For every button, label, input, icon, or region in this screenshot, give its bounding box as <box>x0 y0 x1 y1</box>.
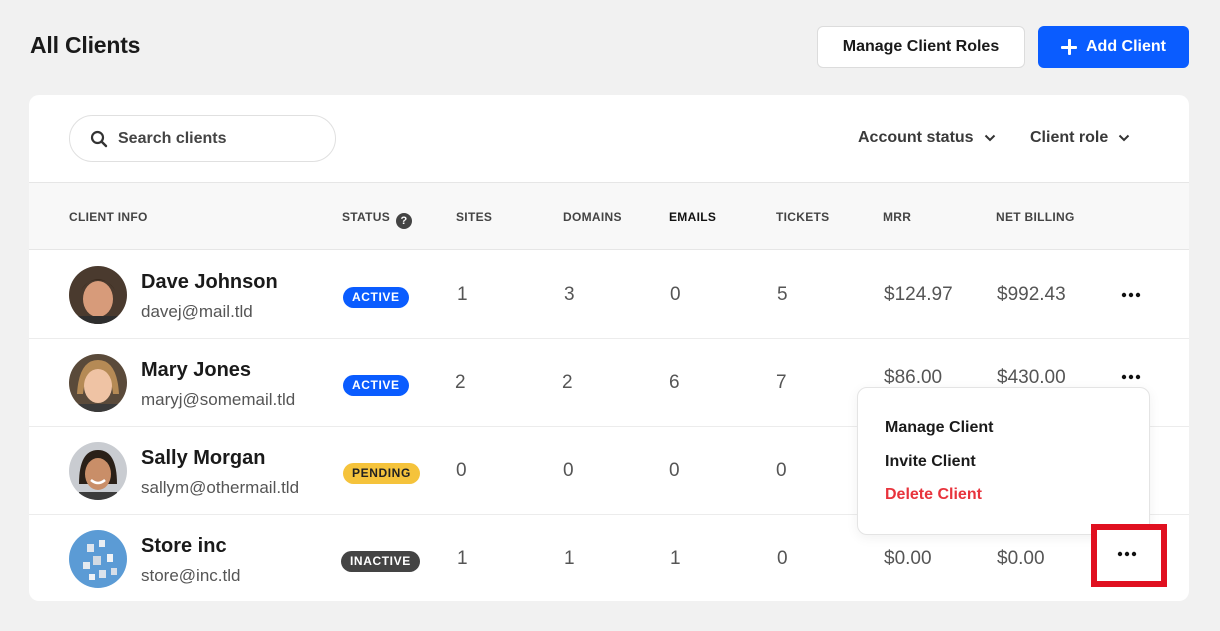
column-header-mrr[interactable]: MRR <box>883 210 911 224</box>
client-name[interactable]: Dave Johnson <box>141 271 278 294</box>
domains-count: 1 <box>564 548 575 569</box>
domains-count: 3 <box>564 284 575 305</box>
column-header-client-info[interactable]: CLIENT INFO <box>69 210 148 224</box>
tickets-count: 5 <box>777 284 788 305</box>
column-header-net-billing[interactable]: NET BILLING <box>996 210 1075 224</box>
client-role-label: Client role <box>1030 129 1109 146</box>
column-header-status-label: STATUS <box>342 210 391 224</box>
sites-count: 1 <box>457 548 468 569</box>
client-name[interactable]: Mary Jones <box>141 359 251 382</box>
domains-count: 0 <box>563 460 574 481</box>
status-badge: ACTIVE <box>343 287 409 308</box>
client-email: davej@mail.tld <box>141 302 253 321</box>
page-title: All Clients <box>30 32 141 58</box>
net-billing-value: $992.43 <box>997 284 1066 305</box>
avatar <box>69 530 127 588</box>
client-email: store@inc.tld <box>141 566 241 585</box>
account-status-label: Account status <box>858 129 974 146</box>
emails-count: 1 <box>670 548 681 569</box>
net-billing-value: $430.00 <box>997 367 1066 388</box>
manage-client-menu-item[interactable]: Manage Client <box>885 419 993 437</box>
client-email: sallym@othermail.tld <box>141 478 300 497</box>
plus-icon <box>1061 39 1077 55</box>
client-email: maryj@somemail.tld <box>141 390 296 409</box>
chevron-down-icon <box>1119 134 1130 142</box>
row-actions-button[interactable] <box>1111 365 1151 389</box>
emails-count: 0 <box>670 284 681 305</box>
net-billing-value: $0.00 <box>997 548 1045 569</box>
mrr-value: $0.00 <box>884 548 932 569</box>
column-header-emails[interactable]: EMAILS <box>669 210 716 224</box>
tickets-count: 7 <box>776 372 787 393</box>
table-header: CLIENT INFO STATUS? SITES DOMAINS EMAILS… <box>29 182 1189 250</box>
row-actions-button[interactable] <box>1097 530 1157 577</box>
client-name[interactable]: Sally Morgan <box>141 447 265 470</box>
column-header-tickets[interactable]: TICKETS <box>776 210 829 224</box>
more-icon <box>1121 374 1141 380</box>
status-badge: ACTIVE <box>343 375 409 396</box>
emails-count: 6 <box>669 372 680 393</box>
client-role-filter[interactable]: Client role <box>1030 129 1130 147</box>
avatar <box>69 266 127 324</box>
avatar <box>69 442 127 500</box>
status-badge: INACTIVE <box>341 551 420 572</box>
sites-count: 2 <box>455 372 466 393</box>
mrr-value: $124.97 <box>884 284 953 305</box>
account-status-filter[interactable]: Account status <box>858 129 996 147</box>
mrr-value: $86.00 <box>884 367 943 388</box>
more-icon <box>1117 551 1137 556</box>
tickets-count: 0 <box>777 548 788 569</box>
client-name[interactable]: Store inc <box>141 535 227 558</box>
tickets-count: 0 <box>776 460 787 481</box>
column-header-domains[interactable]: DOMAINS <box>563 210 622 224</box>
sites-count: 0 <box>456 460 467 481</box>
invite-client-menu-item[interactable]: Invite Client <box>885 453 976 471</box>
sites-count: 1 <box>457 284 468 305</box>
search-box[interactable] <box>69 115 336 162</box>
chevron-down-icon <box>984 134 995 142</box>
row-actions-menu: Manage Client Invite Client Delete Clien… <box>857 387 1150 535</box>
status-badge: PENDING <box>343 463 420 484</box>
delete-client-menu-item[interactable]: Delete Client <box>885 486 982 504</box>
help-icon[interactable]: ? <box>396 213 413 229</box>
domains-count: 2 <box>562 372 573 393</box>
row-actions-button[interactable] <box>1111 283 1151 307</box>
manage-client-roles-button[interactable]: Manage Client Roles <box>817 26 1025 68</box>
add-client-button[interactable]: Add Client <box>1038 26 1189 68</box>
emails-count: 0 <box>669 460 680 481</box>
search-icon <box>90 130 108 147</box>
avatar <box>69 354 127 412</box>
search-input[interactable] <box>118 129 318 148</box>
more-icon <box>1121 292 1141 298</box>
column-header-sites[interactable]: SITES <box>456 210 492 224</box>
column-header-status[interactable]: STATUS? <box>342 210 413 229</box>
table-row[interactable]: Dave Johnson davej@mail.tld ACTIVE 1 3 0… <box>29 251 1189 339</box>
add-client-label: Add Client <box>1086 38 1166 55</box>
